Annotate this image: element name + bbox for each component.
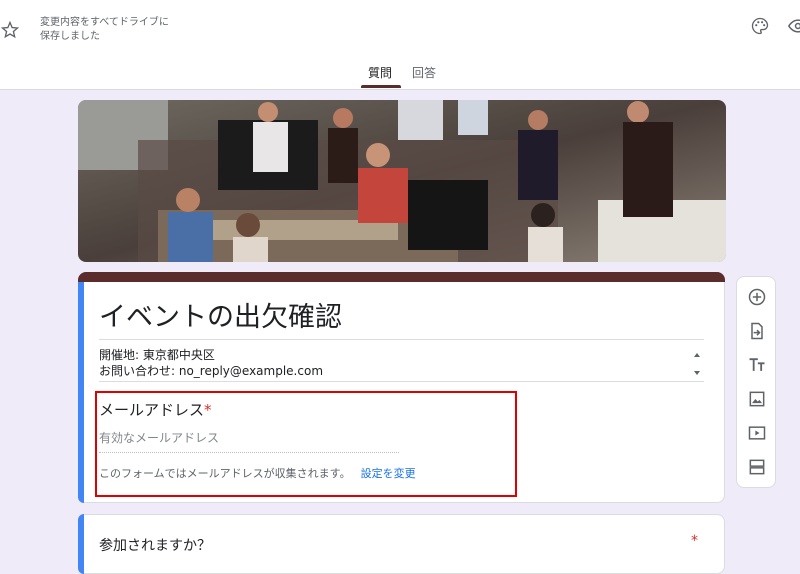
description-line: お問い合わせ: no_reply@example.com	[99, 363, 689, 379]
eye-icon[interactable]	[788, 18, 800, 34]
add-image-icon[interactable]	[747, 389, 767, 409]
palette-icon[interactable]	[750, 16, 770, 36]
question-card[interactable]: 参加されますか？ *	[78, 514, 725, 574]
header-image	[78, 100, 726, 262]
add-video-icon[interactable]	[747, 423, 767, 443]
top-bar: 変更内容をすべてドライブに 保存しました 質問 回答	[0, 0, 800, 90]
question-text[interactable]: 参加されますか？	[99, 535, 211, 555]
party-photo	[78, 100, 726, 262]
saved-status: 変更内容をすべてドライブに 保存しました	[40, 16, 200, 44]
form-description[interactable]: 開催地: 東京都中央区 お問い合わせ: no_reply@example.com	[99, 347, 689, 379]
description-scrollbar[interactable]	[691, 349, 703, 379]
form-title-card[interactable]: イベントの出欠確認 開催地: 東京都中央区 お問い合わせ: no_reply@e…	[78, 272, 725, 503]
title-underline	[99, 339, 704, 340]
tab-responses[interactable]: 回答	[412, 64, 436, 81]
description-underline	[99, 381, 704, 382]
highlight-box	[95, 391, 517, 497]
floating-toolbar	[736, 276, 776, 488]
add-section-icon[interactable]	[747, 457, 767, 477]
description-line: 開催地: 東京都中央区	[99, 347, 689, 363]
star-icon[interactable]	[0, 20, 20, 40]
question-indicator	[78, 514, 84, 574]
import-questions-icon[interactable]	[747, 321, 767, 341]
add-question-icon[interactable]	[747, 287, 767, 307]
add-title-icon[interactable]	[747, 355, 767, 375]
theme-strip	[78, 272, 725, 282]
tab-questions[interactable]: 質問	[368, 64, 392, 81]
active-tab-indicator	[361, 85, 401, 88]
form-title[interactable]: イベントの出欠確認	[99, 301, 342, 335]
selected-indicator	[78, 282, 84, 503]
